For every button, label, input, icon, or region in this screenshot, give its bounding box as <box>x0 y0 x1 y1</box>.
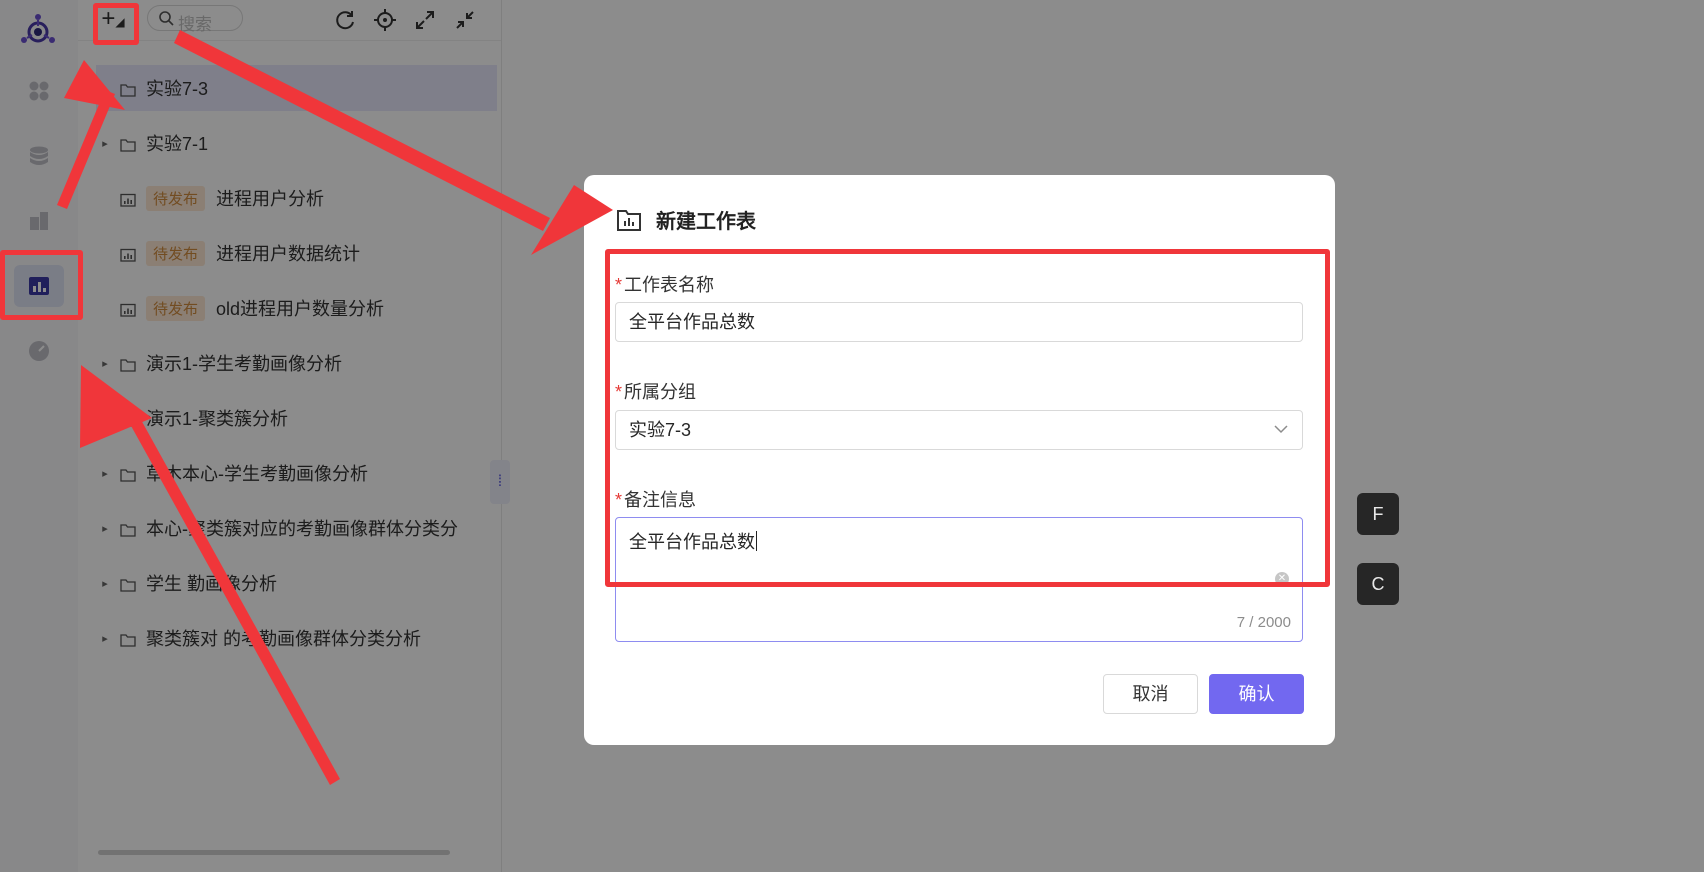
annotation-arrow-to-dialog <box>174 30 613 255</box>
annotation-arrows <box>57 30 613 785</box>
annotation-arrow-bottom <box>80 365 340 785</box>
annotation-arrow-up-left <box>57 60 125 209</box>
